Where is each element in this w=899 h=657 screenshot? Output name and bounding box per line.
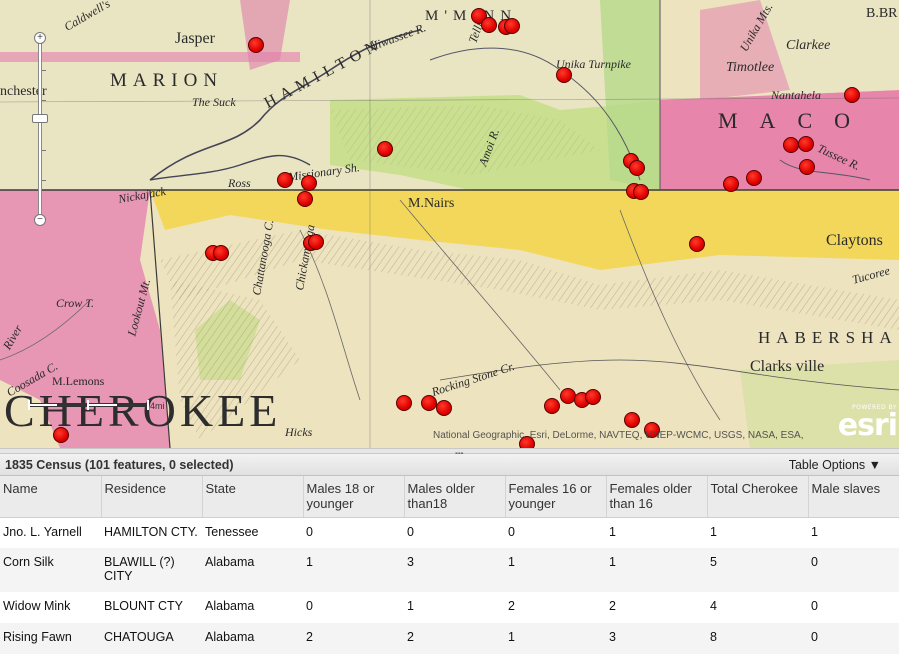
table-cell: 2 — [404, 623, 505, 654]
table-options-button[interactable]: Table Options ▼ — [789, 458, 881, 472]
table-cell: Alabama — [202, 623, 303, 654]
table-cell: Alabama — [202, 592, 303, 623]
census-marker[interactable] — [799, 159, 815, 175]
zoom-tick — [42, 180, 46, 181]
table-cell: Rising Fawn — [0, 623, 101, 654]
table-cell: 1 — [606, 548, 707, 592]
census-marker[interactable] — [436, 400, 452, 416]
census-marker[interactable] — [213, 245, 229, 261]
table-cell: 1 — [505, 548, 606, 592]
table-row[interactable]: Rising Fawn CHATOUGA Alabama 2 2 1 3 8 0 — [0, 623, 899, 654]
census-marker[interactable] — [585, 389, 601, 405]
census-marker[interactable] — [783, 137, 799, 153]
census-marker[interactable] — [504, 18, 520, 34]
table-cell: 8 — [707, 623, 808, 654]
table-cell: CHATOUGA — [101, 623, 202, 654]
table-cell: 1 — [505, 623, 606, 654]
table-cell: 0 — [404, 517, 505, 548]
scale-bar: 4mi — [28, 400, 165, 412]
table-cell: 2 — [505, 592, 606, 623]
census-marker[interactable] — [277, 172, 293, 188]
attribute-table-header: 1835 Census (101 features, 0 selected) T… — [0, 454, 899, 476]
esri-logo: POWERED BY esri — [837, 404, 898, 443]
map-attribution: National Geographic, Esri, DeLorme, NAVT… — [433, 430, 804, 441]
census-marker[interactable] — [301, 175, 317, 191]
census-marker[interactable] — [297, 191, 313, 207]
zoom-tick — [42, 70, 46, 71]
table-cell: 1 — [606, 517, 707, 548]
table-cell: 0 — [303, 592, 404, 623]
table-cell: Jno. L. Yarnell — [0, 517, 101, 548]
census-marker[interactable] — [53, 427, 69, 443]
census-marker[interactable] — [633, 184, 649, 200]
census-marker[interactable] — [689, 236, 705, 252]
zoom-out-icon[interactable]: − — [34, 214, 46, 226]
table-cell: 1 — [808, 517, 899, 548]
census-marker[interactable] — [421, 395, 437, 411]
census-marker[interactable] — [377, 141, 393, 157]
column-header-total-cherokee[interactable]: Total Cherokee — [707, 476, 809, 518]
census-marker[interactable] — [308, 234, 324, 250]
census-marker[interactable] — [396, 395, 412, 411]
table-row[interactable]: Corn Silk BLAWILL (?) CITY Alabama 1 3 1… — [0, 548, 899, 592]
census-marker[interactable] — [556, 67, 572, 83]
zoom-tick — [42, 100, 46, 101]
column-header-males-older-18[interactable]: Males older than18 — [404, 476, 506, 518]
table-cell: 0 — [808, 592, 899, 623]
census-marker[interactable] — [248, 37, 264, 53]
table-cell: 3 — [404, 548, 505, 592]
column-header-state[interactable]: State — [202, 476, 304, 518]
column-header-male-slaves[interactable]: Male slaves — [808, 476, 899, 518]
table-cell: 1 — [404, 592, 505, 623]
census-marker[interactable] — [746, 170, 762, 186]
table-cell: 0 — [505, 517, 606, 548]
table-cell: 5 — [707, 548, 808, 592]
zoom-track[interactable] — [38, 38, 42, 220]
table-cell: Alabama — [202, 548, 303, 592]
census-marker[interactable] — [544, 398, 560, 414]
table-cell: BLOUNT CTY — [101, 592, 202, 623]
zoom-slider-handle[interactable] — [32, 114, 48, 123]
zoom-in-icon[interactable]: + — [34, 32, 46, 44]
census-marker[interactable] — [629, 160, 645, 176]
table-row[interactable]: Jno. L. Yarnell HAMILTON CTY. Tenessee 0… — [0, 517, 899, 548]
table-cell: 1 — [707, 517, 808, 548]
table-cell: Corn Silk — [0, 548, 101, 592]
census-marker[interactable] — [624, 412, 640, 428]
table-cell: 0 — [303, 517, 404, 548]
table-cell: 2 — [303, 623, 404, 654]
zoom-slider[interactable]: + − — [32, 30, 48, 228]
table-cell: 2 — [606, 592, 707, 623]
attribute-table: Name Residence State Males 18 or younger… — [0, 476, 899, 657]
table-cell: Tenessee — [202, 517, 303, 548]
historic-map-image — [0, 0, 899, 448]
map-view[interactable]: Caldwell's Jasper MARION HAMILTON The Su… — [0, 0, 899, 448]
table-header-row: Name Residence State Males 18 or younger… — [0, 476, 899, 518]
table-cell: 4 — [707, 592, 808, 623]
table-cell: BLAWILL (?) CITY — [101, 548, 202, 592]
scale-bar-label: 4mi — [150, 401, 165, 411]
census-marker[interactable] — [798, 136, 814, 152]
column-header-females-older-16[interactable]: Females older than 16 — [606, 476, 708, 518]
table-cell: 3 — [606, 623, 707, 654]
census-marker[interactable] — [481, 17, 497, 33]
table-cell: 0 — [808, 623, 899, 654]
zoom-tick — [42, 150, 46, 151]
table-cell: Widow Mink — [0, 592, 101, 623]
column-header-males-18-younger[interactable]: Males 18 or younger — [303, 476, 405, 518]
esri-brand-text: esri — [837, 408, 898, 443]
table-cell: 0 — [808, 548, 899, 592]
column-header-residence[interactable]: Residence — [101, 476, 203, 518]
census-marker[interactable] — [723, 176, 739, 192]
census-marker[interactable] — [844, 87, 860, 103]
column-header-females-16-younger[interactable]: Females 16 or younger — [505, 476, 607, 518]
table-cell: 1 — [303, 548, 404, 592]
table-row[interactable]: Widow Mink BLOUNT CTY Alabama 0 1 2 2 4 … — [0, 592, 899, 623]
table-cell: HAMILTON CTY. — [101, 517, 202, 548]
column-header-name[interactable]: Name — [0, 476, 102, 518]
table-title: 1835 Census (101 features, 0 selected) — [5, 458, 234, 472]
